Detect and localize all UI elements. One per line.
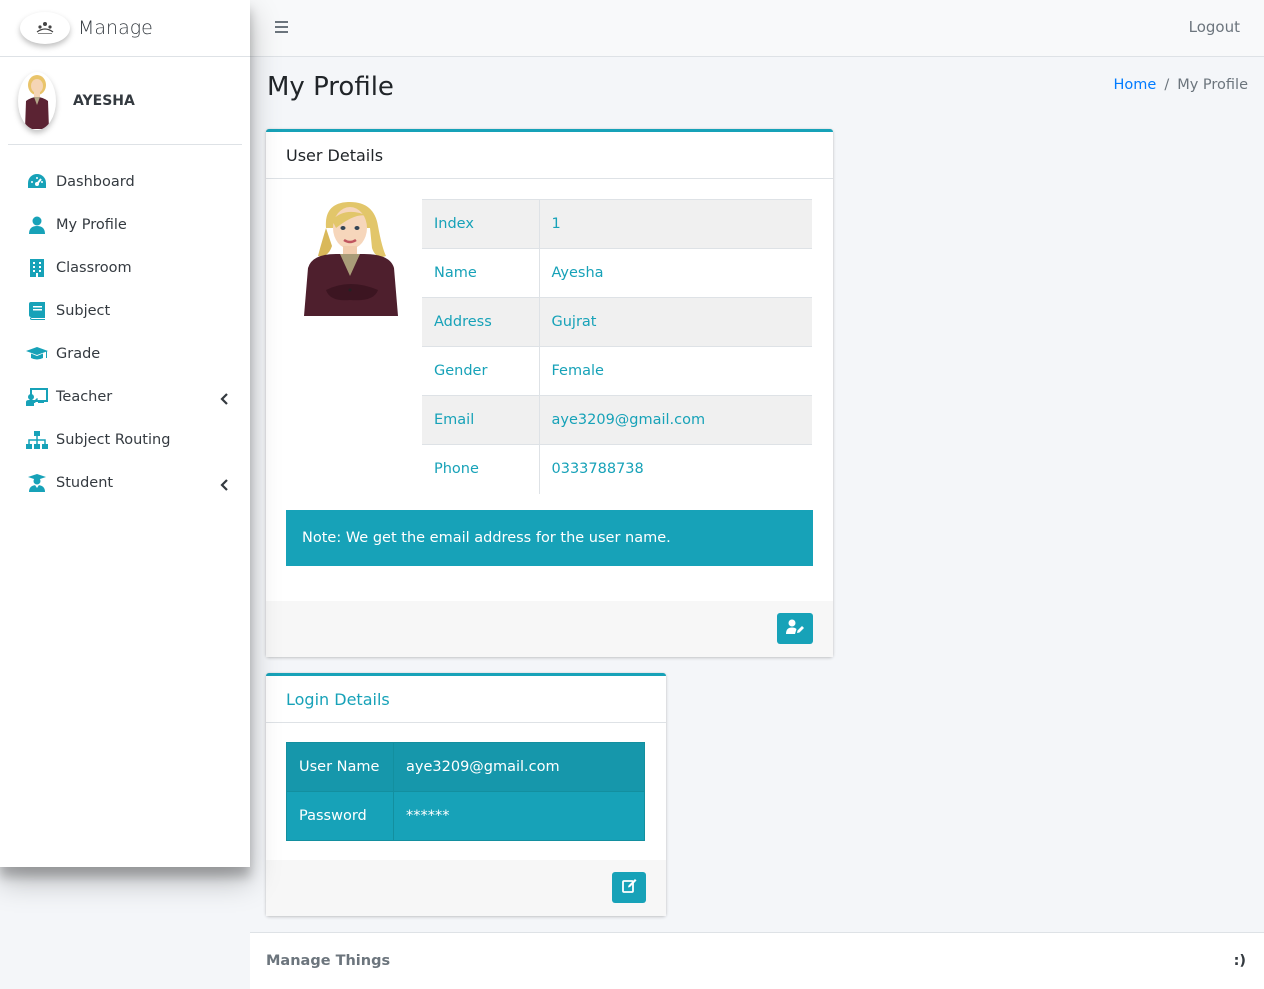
user-name: AYESHA xyxy=(73,92,135,109)
detail-value: Female xyxy=(539,346,812,396)
sidebar-item-grade[interactable]: Grade xyxy=(0,332,250,375)
breadcrumb-separator: / xyxy=(1164,77,1170,93)
user-details-card: User Details Index 1 Name Ayesha Address Gu… xyxy=(266,129,833,657)
chalkboard-teacher-icon xyxy=(26,387,48,406)
user-details-table: Index 1 Name Ayesha Address Gujrat Gender Fe… xyxy=(422,199,812,494)
detail-label: Address xyxy=(422,297,540,347)
sidebar-item-label: Teacher xyxy=(56,388,113,405)
card-title: Login Details xyxy=(266,676,666,723)
sidebar-item-label: Classroom xyxy=(56,259,132,276)
profile-image xyxy=(296,198,406,330)
card-title: User Details xyxy=(266,132,833,179)
user-icon xyxy=(26,216,48,234)
detail-value: Ayesha xyxy=(539,248,812,298)
detail-value: 0333788738 xyxy=(539,444,812,494)
edit-user-button[interactable] xyxy=(777,613,813,644)
sidebar-item-student[interactable]: Student xyxy=(0,461,250,504)
tachometer-icon xyxy=(26,173,48,191)
detail-label: Index xyxy=(422,199,540,249)
detail-value: Gujrat xyxy=(539,297,812,347)
graduation-cap-icon xyxy=(26,345,48,363)
table-row: Gender Female xyxy=(422,346,812,396)
table-row: Name Ayesha xyxy=(422,248,812,298)
sidebar-item-label: Subject xyxy=(56,302,111,319)
angle-left-icon xyxy=(220,477,228,491)
login-details-table: User Name aye3209@gmail.com Password *****… xyxy=(286,742,645,841)
detail-label: Gender xyxy=(422,346,540,396)
menu-icon[interactable] xyxy=(274,20,290,34)
edit-login-button[interactable] xyxy=(612,872,646,903)
table-row: Email aye3209@gmail.com xyxy=(422,395,812,445)
user-edit-icon xyxy=(786,619,804,638)
login-value: aye3209@gmail.com xyxy=(393,742,645,792)
sidebar-item-dashboard[interactable]: Dashboard xyxy=(0,160,250,203)
table-row: User Name aye3209@gmail.com xyxy=(286,742,645,792)
login-details-card: Login Details User Name aye3209@gmail.com… xyxy=(266,673,666,916)
card-footer xyxy=(266,601,833,657)
note-callout: Note: We get the email address for the u… xyxy=(286,510,813,566)
edit-icon xyxy=(621,878,637,897)
sidebar-nav: Dashboard My Profile Classroom Subject G… xyxy=(0,145,250,504)
detail-value: 1 xyxy=(539,199,812,249)
footer-smiley: :) xyxy=(1233,953,1246,969)
sitemap-icon xyxy=(26,430,48,449)
breadcrumb: Home / My Profile xyxy=(1113,77,1248,93)
sidebar-item-teacher[interactable]: Teacher xyxy=(0,375,250,418)
brand-logo xyxy=(20,12,70,44)
user-graduate-icon xyxy=(26,473,48,492)
breadcrumb-home-link[interactable]: Home xyxy=(1113,77,1156,93)
user-avatar xyxy=(18,71,56,130)
logout-link[interactable]: Logout xyxy=(1189,18,1240,36)
detail-label: Email xyxy=(422,395,540,445)
brand[interactable]: Manage xyxy=(0,0,250,57)
sidebar-item-label: Subject Routing xyxy=(56,431,171,448)
login-value: ****** xyxy=(393,791,645,841)
table-row: Phone 0333788738 xyxy=(422,444,812,494)
sidebar-item-subject[interactable]: Subject xyxy=(0,289,250,332)
page-title: My Profile xyxy=(267,72,394,102)
top-navbar: Logout xyxy=(250,0,1264,57)
detail-label: Phone xyxy=(422,444,540,494)
user-panel[interactable]: AYESHA xyxy=(8,57,242,145)
sidebar-item-label: Student xyxy=(56,474,114,491)
login-label: Password xyxy=(286,791,394,841)
detail-value: aye3209@gmail.com xyxy=(539,395,812,445)
table-row: Index 1 xyxy=(422,199,812,249)
table-row: Password ****** xyxy=(286,791,645,841)
footer-brand: Manage Things xyxy=(266,953,391,969)
sidebar-item-label: Dashboard xyxy=(56,173,135,190)
table-row: Address Gujrat xyxy=(422,297,812,347)
page-footer: Manage Things :) xyxy=(250,932,1264,989)
angle-left-icon xyxy=(220,391,228,405)
sidebar-item-label: My Profile xyxy=(56,216,127,233)
card-footer xyxy=(266,860,666,916)
sidebar-item-classroom[interactable]: Classroom xyxy=(0,246,250,289)
book-icon xyxy=(26,301,48,320)
detail-label: Name xyxy=(422,248,540,298)
sidebar-item-my-profile[interactable]: My Profile xyxy=(0,203,250,246)
breadcrumb-current: My Profile xyxy=(1177,77,1248,93)
sidebar-item-subject-routing[interactable]: Subject Routing xyxy=(0,418,250,461)
sidebar-item-label: Grade xyxy=(56,345,101,362)
login-label: User Name xyxy=(286,742,394,792)
sidebar: Manage AYESHA Dashboard My Profile Class… xyxy=(0,0,250,867)
brand-title: Manage xyxy=(78,17,153,39)
building-icon xyxy=(26,258,48,277)
